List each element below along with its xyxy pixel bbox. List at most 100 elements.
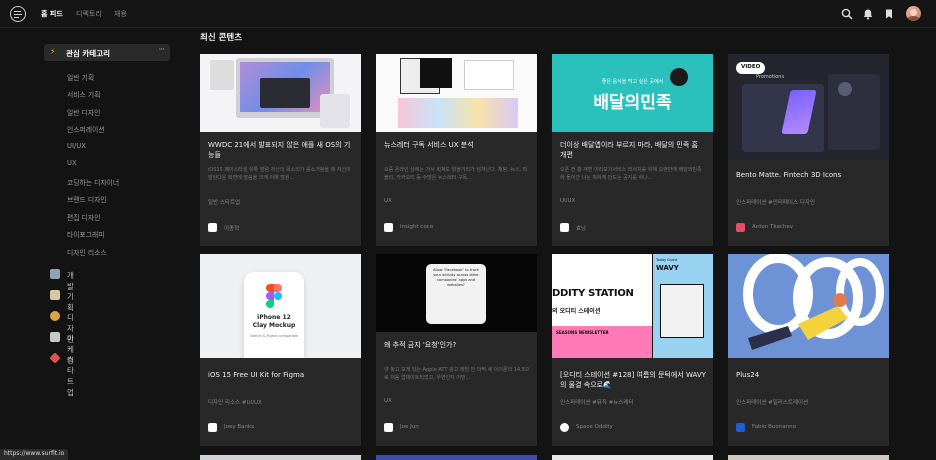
card-tags: UI/UX	[560, 198, 576, 204]
card-title[interactable]: 왜 추적 금지 '요청'인가?	[384, 340, 530, 350]
thumbnail-newsletter: SEASONS NEWSLETTER	[556, 330, 609, 335]
sidebar-item-label: 개발	[67, 271, 74, 291]
card-tags: 인스퍼레이션 #뮤직 #뉴스레터	[560, 400, 634, 406]
card-tags: UX	[384, 198, 392, 204]
card-title[interactable]: Plus24	[736, 370, 882, 380]
card-title[interactable]: Bento Matte. Fintech 3D Icons	[736, 170, 882, 180]
sidebar-item-label: 스타트업	[67, 355, 74, 397]
content-card[interactable]: iPhone 12 Clay Mockup Sketch & Figma com…	[200, 254, 361, 446]
content-card[interactable]: DDITY STATION 의 오디티 스테이션 SEASONS NEWSLET…	[552, 254, 713, 446]
content-card[interactable]: VIDEO Promotions Bento Matte. Fintech 3D…	[728, 54, 889, 246]
card-description: iOS15 페이스타임 유튜 발럼 자신의 목소리가 음소거됨을 때 자신의 발…	[208, 167, 351, 181]
card-tags: 인스퍼레이션 #인터페이스 디자인	[736, 200, 815, 206]
card-tags: UX	[384, 398, 392, 404]
card-title[interactable]: iOS 15 Free UI Kit for Figma	[208, 370, 354, 380]
interest-category-label: 관심 카테고리	[66, 49, 111, 58]
plus24-illustration	[743, 254, 884, 350]
author-name: 이종혁	[224, 226, 240, 232]
thumbnail-title: DDITY STATION	[552, 288, 634, 299]
search-icon[interactable]	[841, 8, 853, 20]
card-peek	[552, 455, 713, 460]
card-thumbnail: DDITY STATION 의 오디티 스테이션 SEASONS NEWSLET…	[552, 254, 713, 358]
author-name: Fabio Buonanno	[752, 424, 796, 430]
author-name: Anton Tkachev	[752, 224, 793, 230]
card-title[interactable]: [오디티 스테이션 #128] 여름의 문턱에서 WAVY의 물결 속으로🌊	[560, 370, 706, 390]
sidebar-item-brand-design[interactable]: 브랜드 디자인	[67, 194, 107, 204]
sidebar-item-inspiration[interactable]: 인스퍼레이션	[67, 124, 105, 134]
sidebar-item-coding-designer[interactable]: 코딩하는 디자이너	[67, 177, 119, 187]
thumbnail-subtitle: 의 오디티 스테이션	[552, 308, 601, 315]
card-description: 요즘 온라인 상에는 가서 회체도 읽을거리가 넘쳐난다. 채팅, 뉴스, 퍼블…	[384, 167, 528, 181]
author-name: 효낭	[576, 226, 587, 232]
card-peek	[728, 455, 889, 460]
card-title[interactable]: WWDC 21에서 발표되지 않은 애플 새 OS의 기능들	[208, 140, 354, 160]
sidebar-item-service-planning[interactable]: 서비스 기획	[67, 89, 100, 99]
card-thumbnail: iPhone 12 Clay Mockup Sketch & Figma com…	[200, 254, 361, 358]
card-thumbnail: Allow "Facebook" to track your activity …	[376, 254, 537, 332]
author-avatar	[736, 423, 745, 432]
baemin-logo: 배달의민족	[593, 93, 672, 113]
card-thumbnail	[200, 54, 361, 132]
content-card[interactable]: WWDC 21에서 발표되지 않은 애플 새 OS의 기능들 iOS15 페이스…	[200, 54, 361, 246]
bookmark-icon[interactable]	[883, 8, 895, 20]
user-avatar[interactable]	[906, 6, 921, 21]
card-peek	[200, 455, 361, 460]
more-options-icon[interactable]: ···	[158, 45, 165, 55]
card-tags: 인스퍼레이션 #일러스트레이션	[736, 400, 809, 406]
sidebar-item-editorial-design[interactable]: 편집 디자인	[67, 212, 100, 222]
content-card[interactable]: Allow "Facebook" to track your activity …	[376, 254, 537, 446]
nav-directory[interactable]: 디렉토리	[76, 9, 102, 19]
card-tags: 디자인 리소스 #UI/UX	[208, 400, 262, 406]
card-thumbnail: 좋은 음식을 먹고 싶은 곳에서 배달의민족	[552, 54, 713, 132]
memo-icon	[50, 290, 60, 300]
card-description: 오픈 전 홈 개편 이리보기서비스 리서치를 위해 오랜만에 배달의민족에 들어…	[560, 167, 702, 181]
author-name: Joe Jun	[400, 424, 419, 430]
thumbnail-sublabel: Sketch & Figma compatible	[250, 334, 298, 338]
sidebar-item-design-resources[interactable]: 디자인 리소스	[67, 247, 107, 257]
status-bar-url: https://www.surfit.io	[0, 449, 69, 460]
card-title[interactable]: 더이상 배달앱이라 부르지 마라, 배달의 민족 홈 개편	[560, 140, 706, 160]
rocket-icon	[49, 352, 61, 364]
content-card[interactable]: 뉴스레터 구독 서비스 UX 분석 요즘 온라인 상에는 가서 회체도 읽을거리…	[376, 54, 537, 246]
sidebar-item-general-design[interactable]: 일반 디자인	[67, 107, 100, 117]
author-avatar	[384, 423, 393, 432]
author-name: Joey Banks	[224, 424, 255, 430]
thumbnail-wavy: WAVY	[656, 264, 679, 272]
interest-category-header[interactable]: ⚡ 관심 카테고리 ···	[44, 44, 170, 61]
thumbnail-subtitle: Promotions	[756, 74, 785, 80]
video-badge: VIDEO	[736, 62, 766, 74]
section-title: 최신 콘텐츠	[200, 33, 243, 43]
megaphone-icon	[50, 332, 60, 342]
thumbnail-label: iPhone 12 Clay Mockup	[252, 314, 296, 329]
content-card[interactable]: 좋은 음식을 먹고 싶은 곳에서 배달의민족 더이상 배달앱이라 부르지 마라,…	[552, 54, 713, 246]
content-card[interactable]: Plus24 인스퍼레이션 #일러스트레이션 Fabio Buonanno	[728, 254, 889, 446]
nav-jobs[interactable]: 채용	[114, 9, 127, 19]
top-bar: 홈 피드 디렉토리 채용	[0, 0, 936, 28]
sidebar-item-general-planning[interactable]: 일반 기획	[67, 72, 94, 82]
author-avatar	[384, 223, 393, 232]
att-dialog: Allow "Facebook" to track your activity …	[426, 264, 486, 324]
card-tags: 일반 스타트업	[208, 200, 241, 206]
card-title[interactable]: 뉴스레터 구독 서비스 UX 분석	[384, 140, 530, 150]
bell-icon[interactable]	[862, 8, 874, 20]
author-avatar	[736, 223, 745, 232]
surfit-logo-icon[interactable]	[10, 6, 26, 22]
author-avatar	[560, 423, 569, 432]
sidebar-item-typography[interactable]: 타이포그래피	[67, 229, 105, 239]
sidebar-item-label: 기획	[67, 292, 74, 312]
thumbnail-caption: 좋은 음식을 먹고 싶은 곳에서	[601, 79, 664, 85]
card-thumbnail: VIDEO Promotions	[728, 54, 889, 160]
sidebar-item-ui-ux[interactable]: UI/UX	[67, 142, 86, 150]
card-description: 넷 놓고 보게 되는 Apple ATT 광고 레임 만 마찍 세 이이폰의 1…	[384, 367, 530, 381]
lightning-icon: ⚡	[50, 47, 56, 56]
author-avatar	[208, 223, 217, 232]
monitor-icon	[50, 269, 60, 279]
author-name: insight coco	[400, 224, 434, 230]
sidebar-item-ux[interactable]: UX	[67, 159, 77, 167]
card-peek	[376, 455, 537, 460]
nav-home-feed[interactable]: 홈 피드	[41, 9, 63, 19]
author-avatar	[208, 423, 217, 432]
author-name: Space Oddity	[576, 424, 613, 430]
card-thumbnail	[376, 54, 537, 132]
palette-icon	[50, 311, 60, 321]
